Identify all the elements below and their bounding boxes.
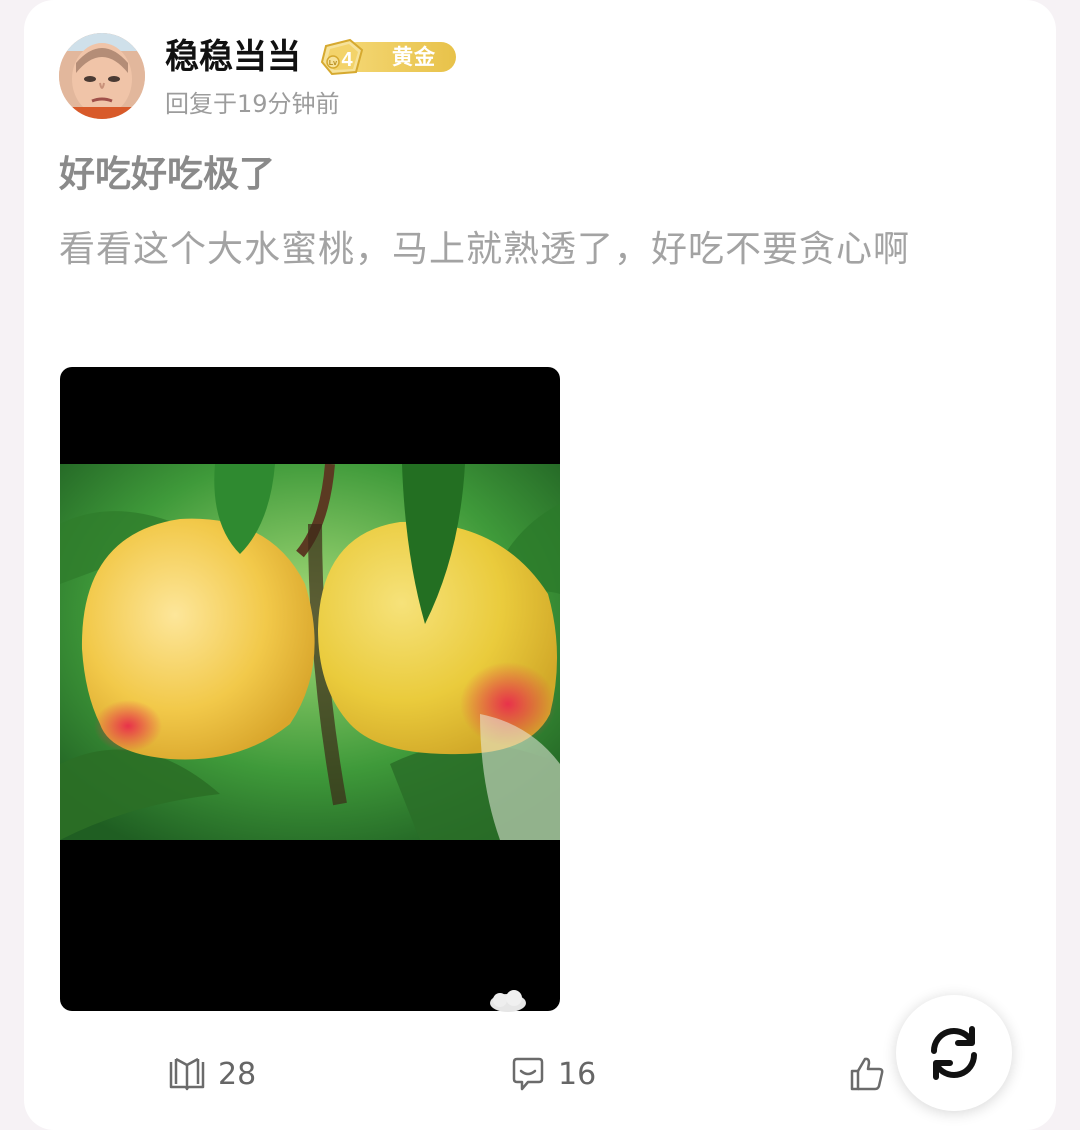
level-badge: 黄金 Lv 4 bbox=[320, 38, 458, 76]
post-title: 好吃好吃极了 bbox=[59, 154, 276, 195]
refresh-icon bbox=[931, 1026, 977, 1080]
book-icon bbox=[169, 1057, 205, 1091]
likes-action[interactable] bbox=[848, 1048, 898, 1100]
thumbs-up-icon bbox=[850, 1057, 884, 1091]
svg-text:Lv: Lv bbox=[329, 60, 337, 67]
comments-count: 16 bbox=[558, 1056, 597, 1092]
peach-photo-icon bbox=[60, 464, 560, 840]
refresh-button[interactable] bbox=[896, 995, 1012, 1111]
user-avatar-icon bbox=[59, 33, 145, 119]
author-name[interactable]: 稳稳当当 bbox=[165, 33, 301, 81]
level-number: 4 bbox=[341, 49, 353, 71]
comments-action[interactable]: 16 bbox=[510, 1048, 596, 1100]
post-body: 看看这个大水蜜桃，马上就熟透了，好吃不要贪心啊 bbox=[59, 229, 911, 270]
badge-label: 黄金 bbox=[392, 45, 436, 69]
reply-time: 回复于19分钟前 bbox=[165, 90, 340, 118]
views-count: 28 bbox=[218, 1056, 257, 1092]
avatar[interactable] bbox=[59, 33, 145, 119]
image-more-icon bbox=[490, 990, 526, 1012]
views-action[interactable]: 28 bbox=[168, 1048, 256, 1100]
post-image[interactable] bbox=[60, 367, 560, 1011]
level-shield-icon: Lv 4 bbox=[320, 38, 364, 76]
comment-icon bbox=[512, 1057, 544, 1091]
